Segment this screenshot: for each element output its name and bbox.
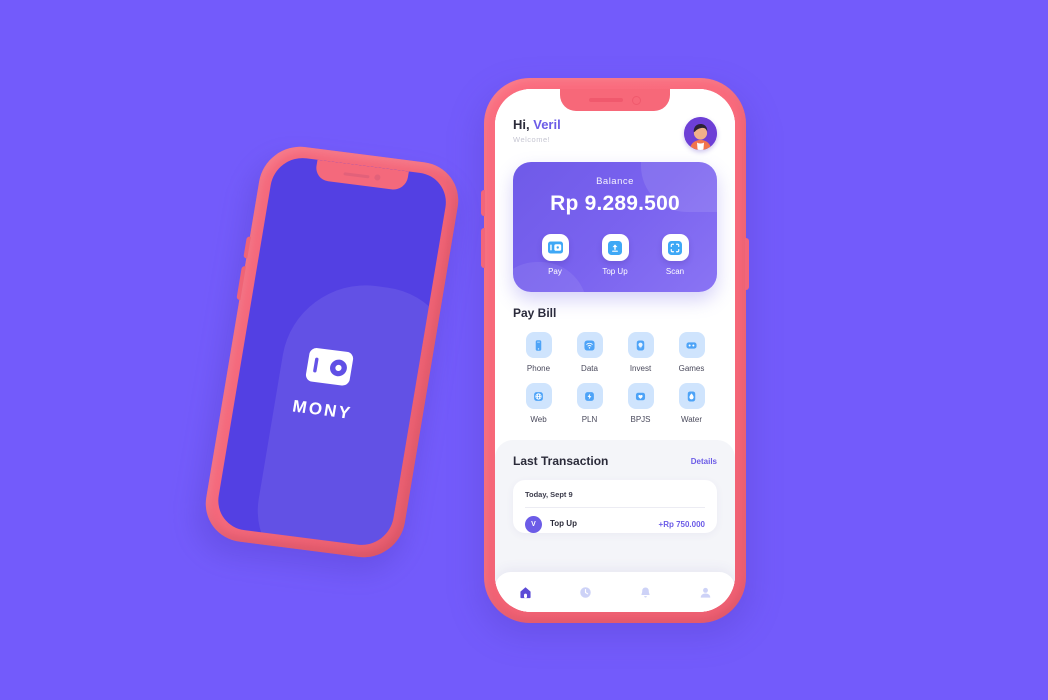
pay-bill-bpjs-label: BPJS	[630, 415, 651, 424]
transaction-avatar: V	[525, 516, 542, 533]
pay-bill-pln-label: PLN	[581, 415, 598, 424]
pay-bill-item-bpjs[interactable]: BPJS	[615, 383, 666, 424]
heart-shield-icon	[635, 392, 646, 400]
last-transaction-header: Last Transaction Details	[513, 454, 717, 468]
gamepad-icon	[686, 341, 697, 349]
camera-icon	[373, 174, 381, 181]
power-button[interactable]	[745, 238, 749, 290]
pay-bill-item-web[interactable]: Web	[513, 383, 564, 424]
pay-bill-item-invest[interactable]: Invest	[615, 332, 666, 373]
pay-bill-data-label: Data	[581, 364, 598, 373]
pay-bill-item-phone[interactable]: Phone	[513, 332, 564, 373]
person-icon	[700, 587, 710, 598]
pay-bill-water-icon-box	[678, 383, 705, 409]
transaction-date-group: Today, Sept 9	[525, 490, 573, 499]
nav-item-home[interactable]	[518, 585, 533, 600]
bell-icon	[640, 586, 650, 597]
pay-bill-invest-icon-box	[627, 332, 654, 358]
quick-action-topup-icon-box	[601, 234, 629, 261]
nav-item-history[interactable]	[578, 585, 593, 600]
app-phone-frame: Hi, Veril Welcome! Balance Rp 9.289.500 …	[481, 78, 749, 623]
details-link[interactable]: Details	[691, 457, 717, 466]
pay-bill-games-label: Games	[678, 364, 705, 373]
quick-action-pay-icon-box	[541, 234, 569, 261]
bottom-navigation	[495, 572, 735, 612]
speaker-slot	[589, 98, 623, 102]
home-icon	[519, 586, 531, 598]
quick-actions: Pay Top Up Scan	[525, 234, 705, 276]
pay-bill-title: Pay Bill	[513, 306, 557, 320]
transaction-card: Today, Sept 9 V Top Up +Rp 750.000	[513, 480, 717, 533]
user-name: Veril	[533, 117, 561, 132]
pay-bill-water-label: Water	[680, 415, 703, 424]
transaction-divider	[525, 507, 705, 508]
globe-icon	[534, 391, 543, 401]
pay-bill-invest-label: Invest	[629, 364, 652, 373]
pay-bill-grid: Phone Data Invest Games Web PLN BPJS Wat…	[513, 332, 717, 424]
pay-bill-games-icon-box	[678, 332, 705, 358]
transaction-row[interactable]: V Top Up +Rp 750.000	[525, 516, 705, 533]
greeting-prefix: Hi,	[513, 117, 530, 132]
pay-bill-item-data[interactable]: Data	[564, 332, 615, 373]
splash-notch	[314, 159, 409, 192]
wallet-icon	[547, 241, 563, 254]
pay-bill-web-label: Web	[530, 415, 547, 424]
balance-card: Balance Rp 9.289.500 Pay Top Up Scan	[513, 162, 717, 292]
last-transaction-title: Last Transaction	[513, 454, 609, 468]
transaction-info: Top Up	[550, 519, 651, 530]
transaction-amount: +Rp 750.000	[658, 520, 705, 529]
pay-bill-web-icon-box	[525, 383, 552, 409]
quick-action-topup-label: Top Up	[602, 267, 628, 276]
volume-up-button[interactable]	[481, 190, 485, 216]
wallet-icon	[305, 348, 354, 386]
transaction-title: Top Up	[550, 519, 577, 528]
lightbulb-icon	[636, 339, 645, 351]
balance-amount: Rp 9.289.500	[550, 192, 680, 215]
pay-bill-bpjs-icon-box	[627, 383, 654, 409]
volume-down-button[interactable]	[481, 228, 485, 268]
pay-bill-data-icon-box	[576, 332, 603, 358]
bolt-icon	[585, 391, 594, 401]
pay-bill-item-games[interactable]: Games	[666, 332, 717, 373]
pay-bill-phone-label: Phone	[526, 364, 551, 373]
pay-bill-item-pln[interactable]: PLN	[564, 383, 615, 424]
pay-bill-pln-icon-box	[576, 383, 603, 409]
greeting-line: Hi, Veril	[513, 117, 561, 132]
pay-bill-section: Pay Bill Phone Data Invest Games Web PLN…	[495, 292, 735, 430]
speaker-slot	[342, 171, 370, 178]
wifi-icon	[584, 339, 595, 351]
app-phone: Hi, Veril Welcome! Balance Rp 9.289.500 …	[480, 78, 750, 635]
nav-item-notifications[interactable]	[638, 585, 653, 600]
splash-phone: MONY	[191, 142, 465, 576]
quick-action-topup[interactable]: Top Up	[601, 234, 629, 276]
pay-bill-item-water[interactable]: Water	[666, 383, 717, 424]
qr-scan-icon	[668, 240, 682, 255]
clock-icon	[579, 586, 591, 598]
avatar-image	[684, 117, 717, 150]
greeting-block: Hi, Veril Welcome!	[513, 117, 561, 144]
greeting-subtitle: Welcome!	[513, 135, 551, 144]
mobile-icon	[535, 339, 542, 351]
balance-section: Balance Rp 9.289.500 Pay Top Up Scan	[495, 158, 735, 292]
device-notch	[560, 89, 670, 111]
avatar[interactable]	[684, 117, 717, 150]
card-up-icon	[608, 240, 622, 255]
app-content: Hi, Veril Welcome! Balance Rp 9.289.500 …	[495, 89, 735, 612]
app-screen: Hi, Veril Welcome! Balance Rp 9.289.500 …	[495, 89, 735, 612]
camera-icon	[632, 95, 641, 105]
quick-action-scan-icon-box	[661, 234, 689, 261]
nav-item-profile[interactable]	[698, 585, 713, 600]
pay-bill-phone-icon-box	[525, 332, 552, 358]
splash-phone-frame: MONY	[199, 142, 465, 562]
quick-action-scan-label: Scan	[665, 267, 685, 276]
quick-action-pay-label: Pay	[548, 267, 562, 276]
quick-action-scan[interactable]: Scan	[661, 234, 689, 276]
droplet-icon	[687, 390, 696, 402]
balance-label: Balance	[596, 176, 634, 187]
quick-action-pay[interactable]: Pay	[541, 234, 569, 276]
